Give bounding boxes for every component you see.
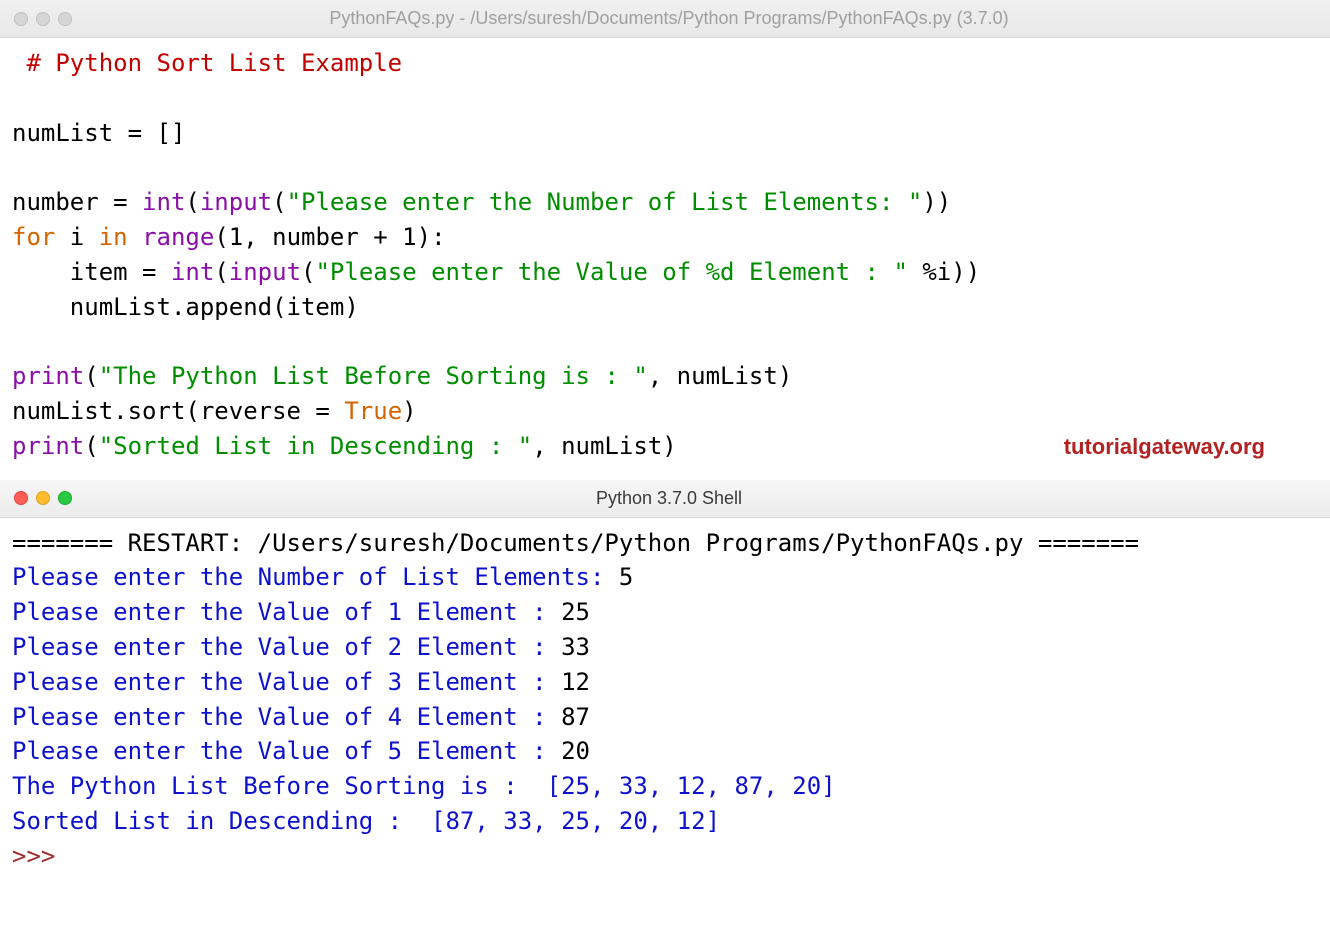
shell-output[interactable]: ======= RESTART: /Users/suresh/Documents… [0, 518, 1330, 882]
shell-title: Python 3.7.0 Shell [92, 488, 1246, 509]
code-line: numList = [] [12, 116, 1318, 151]
restart-line: ======= RESTART: /Users/suresh/Documents… [12, 526, 1318, 561]
shell-output-line: Sorted List in Descending : [87, 33, 25,… [12, 804, 1318, 839]
editor-titlebar[interactable]: PythonFAQs.py - /Users/suresh/Documents/… [0, 0, 1330, 38]
shell-titlebar[interactable]: Python 3.7.0 Shell [0, 480, 1330, 518]
shell-line: Please enter the Value of 5 Element : 20 [12, 734, 1318, 769]
code-line: numList.sort(reverse = True) [12, 394, 1318, 429]
minimize-icon[interactable] [36, 491, 50, 505]
code-line: number = int(input("Please enter the Num… [12, 185, 1318, 220]
code-line: item = int(input("Please enter the Value… [12, 255, 1318, 290]
shell-output-line: The Python List Before Sorting is : [25,… [12, 769, 1318, 804]
blank-line [12, 81, 1318, 116]
shell-line: Please enter the Value of 2 Element : 33 [12, 630, 1318, 665]
maximize-icon[interactable] [58, 491, 72, 505]
code-editor[interactable]: # Python Sort List Example numList = [] … [0, 38, 1330, 468]
code-line: for i in range(1, number + 1): [12, 220, 1318, 255]
close-icon[interactable] [14, 12, 28, 26]
minimize-icon[interactable] [36, 12, 50, 26]
blank-line [12, 150, 1318, 185]
code-line: print("The Python List Before Sorting is… [12, 359, 1318, 394]
shell-window: Python 3.7.0 Shell ======= RESTART: /Use… [0, 480, 1330, 882]
traffic-lights-editor [14, 12, 72, 26]
shell-line: Please enter the Value of 1 Element : 25 [12, 595, 1318, 630]
editor-title: PythonFAQs.py - /Users/suresh/Documents/… [92, 8, 1246, 29]
editor-window: PythonFAQs.py - /Users/suresh/Documents/… [0, 0, 1330, 468]
shell-line: Please enter the Value of 3 Element : 12 [12, 665, 1318, 700]
traffic-lights-shell [14, 491, 72, 505]
maximize-icon[interactable] [58, 12, 72, 26]
shell-prompt[interactable]: >>> [12, 839, 1318, 874]
code-line: numList.append(item) [12, 290, 1318, 325]
shell-line: Please enter the Value of 4 Element : 87 [12, 700, 1318, 735]
code-comment: # Python Sort List Example [12, 49, 402, 77]
blank-line [12, 324, 1318, 359]
watermark: tutorialgateway.org [1064, 434, 1265, 460]
shell-line: Please enter the Number of List Elements… [12, 560, 1318, 595]
close-icon[interactable] [14, 491, 28, 505]
